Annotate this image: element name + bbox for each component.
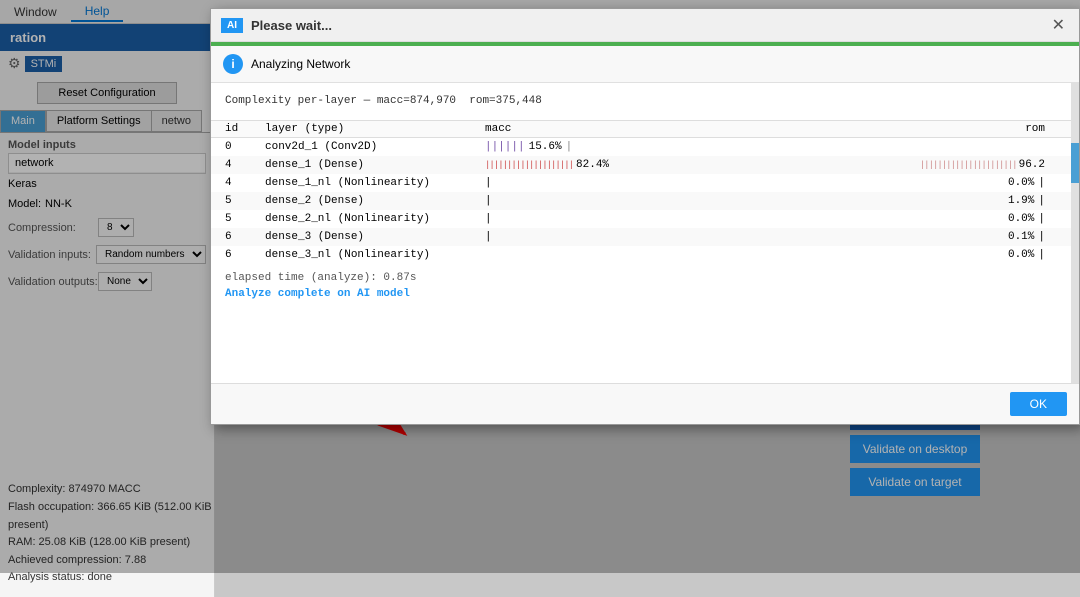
row-layer: dense_3 (Dense) bbox=[265, 231, 485, 243]
row-rom: 0.0%| bbox=[965, 213, 1065, 225]
row-id: 4 bbox=[225, 159, 265, 171]
col-macc: macc bbox=[485, 123, 965, 135]
row-layer: dense_1 (Dense) bbox=[265, 159, 485, 171]
complexity-line: Complexity per-layer — macc=874,970 rom=… bbox=[211, 83, 1079, 120]
row-id: 6 bbox=[225, 249, 265, 261]
modal-scrollbar[interactable] bbox=[1071, 83, 1079, 383]
row-id: 5 bbox=[225, 195, 265, 207]
row-rom: 0.1%| bbox=[965, 231, 1065, 243]
modal-scrollbar-thumb bbox=[1071, 143, 1079, 183]
col-rom: rom bbox=[965, 123, 1065, 135]
table-row-1: 4 dense_1 (Dense) |||||||||||||||||||| 8… bbox=[211, 156, 1079, 174]
row-rom: 1.9%| bbox=[965, 195, 1065, 207]
row-rom: 0.0%| bbox=[965, 177, 1065, 189]
row-layer: dense_2_nl (Nonlinearity) bbox=[265, 213, 485, 225]
row-layer: dense_1_nl (Nonlinearity) bbox=[265, 177, 485, 189]
row-id: 5 bbox=[225, 213, 265, 225]
row-macc: | bbox=[485, 195, 965, 207]
table-row-3: 5 dense_2 (Dense) | 1.9%| bbox=[211, 192, 1079, 210]
modal-title-text: Please wait... bbox=[251, 18, 332, 33]
ok-button[interactable]: OK bbox=[1010, 392, 1067, 416]
row-macc: | bbox=[485, 213, 965, 225]
modal-footer: OK bbox=[211, 383, 1079, 424]
row-macc: | bbox=[485, 177, 965, 189]
complete-text: Analyze complete on AI model bbox=[211, 288, 1079, 308]
modal-logo-icon: AI bbox=[221, 18, 243, 33]
row-macc: |||||| 15.6% | bbox=[485, 141, 965, 153]
table-row-6: 6 dense_3_nl (Nonlinearity) 0.0%| bbox=[211, 246, 1079, 264]
row-id: 0 bbox=[225, 141, 265, 153]
row-rom: |||||||||||||||||||||| 96.2 bbox=[965, 159, 1065, 171]
info-circle-icon: i bbox=[223, 54, 243, 74]
modal-content[interactable]: Complexity per-layer — macc=874,970 rom=… bbox=[211, 83, 1079, 383]
table-header: id layer (type) macc rom bbox=[211, 120, 1079, 138]
table-row-2: 4 dense_1_nl (Nonlinearity) | 0.0%| bbox=[211, 174, 1079, 192]
modal-title-bar: AI Please wait... ✕ bbox=[211, 9, 1079, 42]
modal-analyzing-row: i Analyzing Network bbox=[211, 46, 1079, 83]
elapsed-text: elapsed time (analyze): 0.87s bbox=[211, 264, 1079, 288]
row-macc: | bbox=[485, 231, 965, 243]
row-rom: 0.0%| bbox=[965, 249, 1065, 261]
row-id: 4 bbox=[225, 177, 265, 189]
please-wait-dialog: AI Please wait... ✕ i Analyzing Network … bbox=[210, 8, 1080, 425]
col-layer: layer (type) bbox=[265, 123, 485, 135]
table-row-0: 0 conv2d_1 (Conv2D) |||||| 15.6% | bbox=[211, 138, 1079, 156]
row-id: 6 bbox=[225, 231, 265, 243]
row-layer: conv2d_1 (Conv2D) bbox=[265, 141, 485, 153]
row-layer: dense_2 (Dense) bbox=[265, 195, 485, 207]
analyzing-text: Analyzing Network bbox=[251, 57, 350, 71]
modal-close-button[interactable]: ✕ bbox=[1048, 15, 1069, 35]
table-row-5: 6 dense_3 (Dense) | 0.1%| bbox=[211, 228, 1079, 246]
table-row-4: 5 dense_2_nl (Nonlinearity) | 0.0%| bbox=[211, 210, 1079, 228]
row-layer: dense_3_nl (Nonlinearity) bbox=[265, 249, 485, 261]
col-id: id bbox=[225, 123, 265, 135]
row-macc: |||||||||||||||||||| 82.4% bbox=[485, 159, 965, 171]
